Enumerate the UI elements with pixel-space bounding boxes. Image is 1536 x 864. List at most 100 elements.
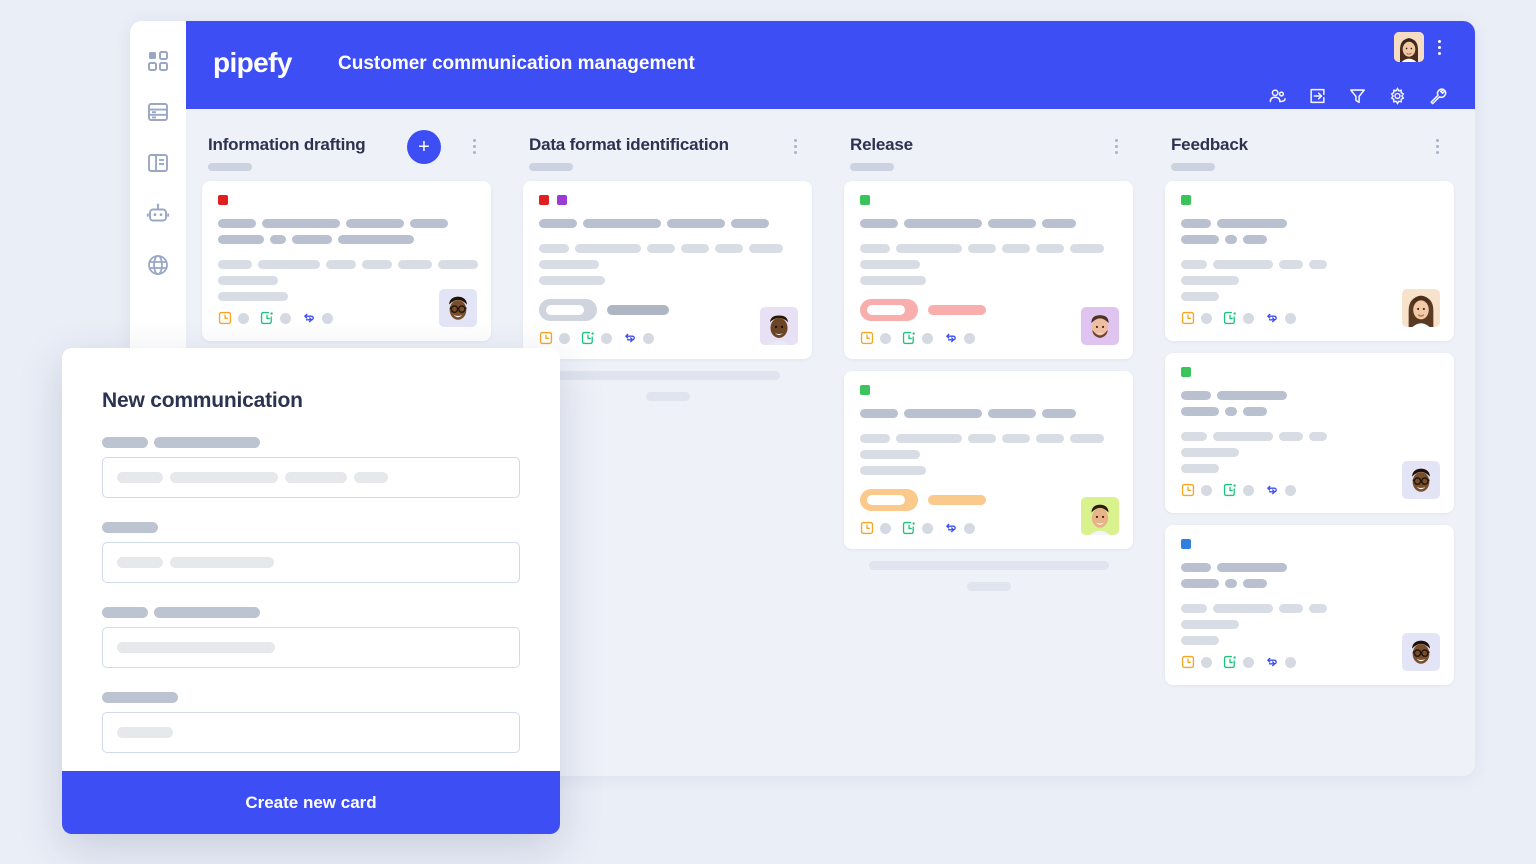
card-tag-bar bbox=[607, 305, 669, 315]
calendar-icon[interactable] bbox=[1223, 655, 1237, 669]
card-meta-placeholder bbox=[1181, 432, 1438, 441]
clock-icon[interactable] bbox=[1181, 655, 1195, 669]
card-meta-placeholder bbox=[539, 244, 796, 253]
clock-icon[interactable] bbox=[218, 311, 232, 325]
calendar-icon[interactable] bbox=[902, 331, 916, 345]
field-input[interactable] bbox=[102, 712, 520, 753]
card-title-placeholder bbox=[1181, 563, 1438, 572]
card-footer-value-placeholder bbox=[922, 522, 933, 534]
field-label-placeholder bbox=[102, 607, 520, 618]
field-label-placeholder bbox=[102, 437, 520, 448]
modal-field bbox=[102, 692, 520, 753]
filter-icon[interactable] bbox=[1348, 87, 1367, 106]
gear-icon[interactable] bbox=[1388, 87, 1407, 106]
flow-icon[interactable] bbox=[944, 331, 958, 345]
flow-icon[interactable] bbox=[1265, 311, 1279, 325]
column-menu-button[interactable] bbox=[1109, 136, 1123, 156]
column-header: Data format identification bbox=[523, 109, 812, 181]
column-count-placeholder bbox=[529, 163, 573, 171]
add-card-button[interactable]: + bbox=[407, 130, 441, 164]
column-title: Data format identification bbox=[529, 135, 729, 154]
card-body-placeholder bbox=[860, 466, 1117, 475]
card-assignee-avatar[interactable] bbox=[1402, 289, 1440, 327]
flow-icon[interactable] bbox=[1265, 483, 1279, 497]
apps-grid-icon[interactable] bbox=[146, 49, 170, 73]
card-label-dots bbox=[1181, 367, 1438, 377]
card-footer-icons bbox=[860, 521, 1117, 535]
clock-icon[interactable] bbox=[860, 331, 874, 345]
column-menu-button[interactable] bbox=[1430, 136, 1444, 156]
column-cards bbox=[202, 181, 491, 341]
column-count-placeholder bbox=[208, 163, 252, 171]
robot-icon[interactable] bbox=[146, 202, 170, 226]
create-new-card-button[interactable]: Create new card bbox=[62, 771, 560, 834]
modal-field bbox=[102, 437, 520, 498]
flow-icon[interactable] bbox=[1265, 655, 1279, 669]
card-footer-icons bbox=[218, 311, 475, 325]
card-assignee-avatar[interactable] bbox=[439, 289, 477, 327]
flow-icon[interactable] bbox=[944, 521, 958, 535]
import-icon[interactable] bbox=[1308, 87, 1327, 106]
board-card[interactable] bbox=[202, 181, 491, 341]
clock-icon[interactable] bbox=[539, 331, 553, 345]
board-card[interactable] bbox=[523, 181, 812, 359]
avatar[interactable] bbox=[1394, 32, 1424, 62]
card-body-placeholder bbox=[539, 276, 796, 285]
card-footer-value-placeholder bbox=[601, 332, 612, 344]
card-title-placeholder bbox=[1181, 235, 1438, 244]
card-footer-value-placeholder bbox=[964, 522, 975, 534]
more-options-button[interactable] bbox=[1431, 36, 1447, 58]
calendar-icon[interactable] bbox=[260, 311, 274, 325]
column-menu-button[interactable] bbox=[467, 136, 481, 156]
card-footer-icons bbox=[1181, 311, 1438, 325]
card-title-placeholder bbox=[1181, 391, 1438, 400]
card-assignee-avatar[interactable] bbox=[1081, 497, 1119, 535]
card-assignee-avatar[interactable] bbox=[1081, 307, 1119, 345]
card-assignee-avatar[interactable] bbox=[1402, 461, 1440, 499]
card-tag-pill bbox=[539, 299, 597, 321]
card-title-placeholder bbox=[860, 219, 1117, 228]
wrench-icon[interactable] bbox=[1428, 87, 1447, 106]
card-footer-value-placeholder bbox=[1243, 484, 1254, 496]
clock-icon[interactable] bbox=[1181, 311, 1195, 325]
board-card[interactable] bbox=[1165, 353, 1454, 513]
board-card[interactable] bbox=[1165, 525, 1454, 685]
column-count-placeholder bbox=[1171, 163, 1215, 171]
calendar-icon[interactable] bbox=[581, 331, 595, 345]
board-card[interactable] bbox=[844, 371, 1133, 549]
card-title-placeholder bbox=[1181, 579, 1438, 588]
database-icon[interactable] bbox=[146, 100, 170, 124]
calendar-icon[interactable] bbox=[1223, 311, 1237, 325]
top-actions bbox=[1268, 87, 1447, 106]
card-body-placeholder bbox=[860, 260, 1117, 269]
card-label-dot bbox=[860, 385, 870, 395]
card-body-placeholder bbox=[1181, 620, 1438, 629]
members-icon[interactable] bbox=[1268, 87, 1287, 106]
card-tag-row bbox=[860, 299, 1117, 321]
modal-field bbox=[102, 607, 520, 668]
board-card[interactable] bbox=[1165, 181, 1454, 341]
field-input[interactable] bbox=[102, 542, 520, 583]
field-input[interactable] bbox=[102, 457, 520, 498]
flow-icon[interactable] bbox=[623, 331, 637, 345]
column-menu-button[interactable] bbox=[788, 136, 802, 156]
card-footer-value-placeholder bbox=[1243, 656, 1254, 668]
board-card[interactable] bbox=[844, 181, 1133, 359]
card-footer-value-placeholder bbox=[1201, 312, 1212, 324]
card-assignee-avatar[interactable] bbox=[760, 307, 798, 345]
card-label-dots bbox=[1181, 539, 1438, 549]
card-tag-bar bbox=[928, 305, 986, 315]
calendar-icon[interactable] bbox=[902, 521, 916, 535]
card-assignee-avatar[interactable] bbox=[1402, 633, 1440, 671]
field-input[interactable] bbox=[102, 627, 520, 668]
globe-icon[interactable] bbox=[146, 253, 170, 277]
clock-icon[interactable] bbox=[860, 521, 874, 535]
layout-icon[interactable] bbox=[146, 151, 170, 175]
flow-icon[interactable] bbox=[302, 311, 316, 325]
calendar-icon[interactable] bbox=[1223, 483, 1237, 497]
card-label-dot bbox=[1181, 195, 1191, 205]
clock-icon[interactable] bbox=[1181, 483, 1195, 497]
collapsed-bar bbox=[645, 392, 690, 401]
